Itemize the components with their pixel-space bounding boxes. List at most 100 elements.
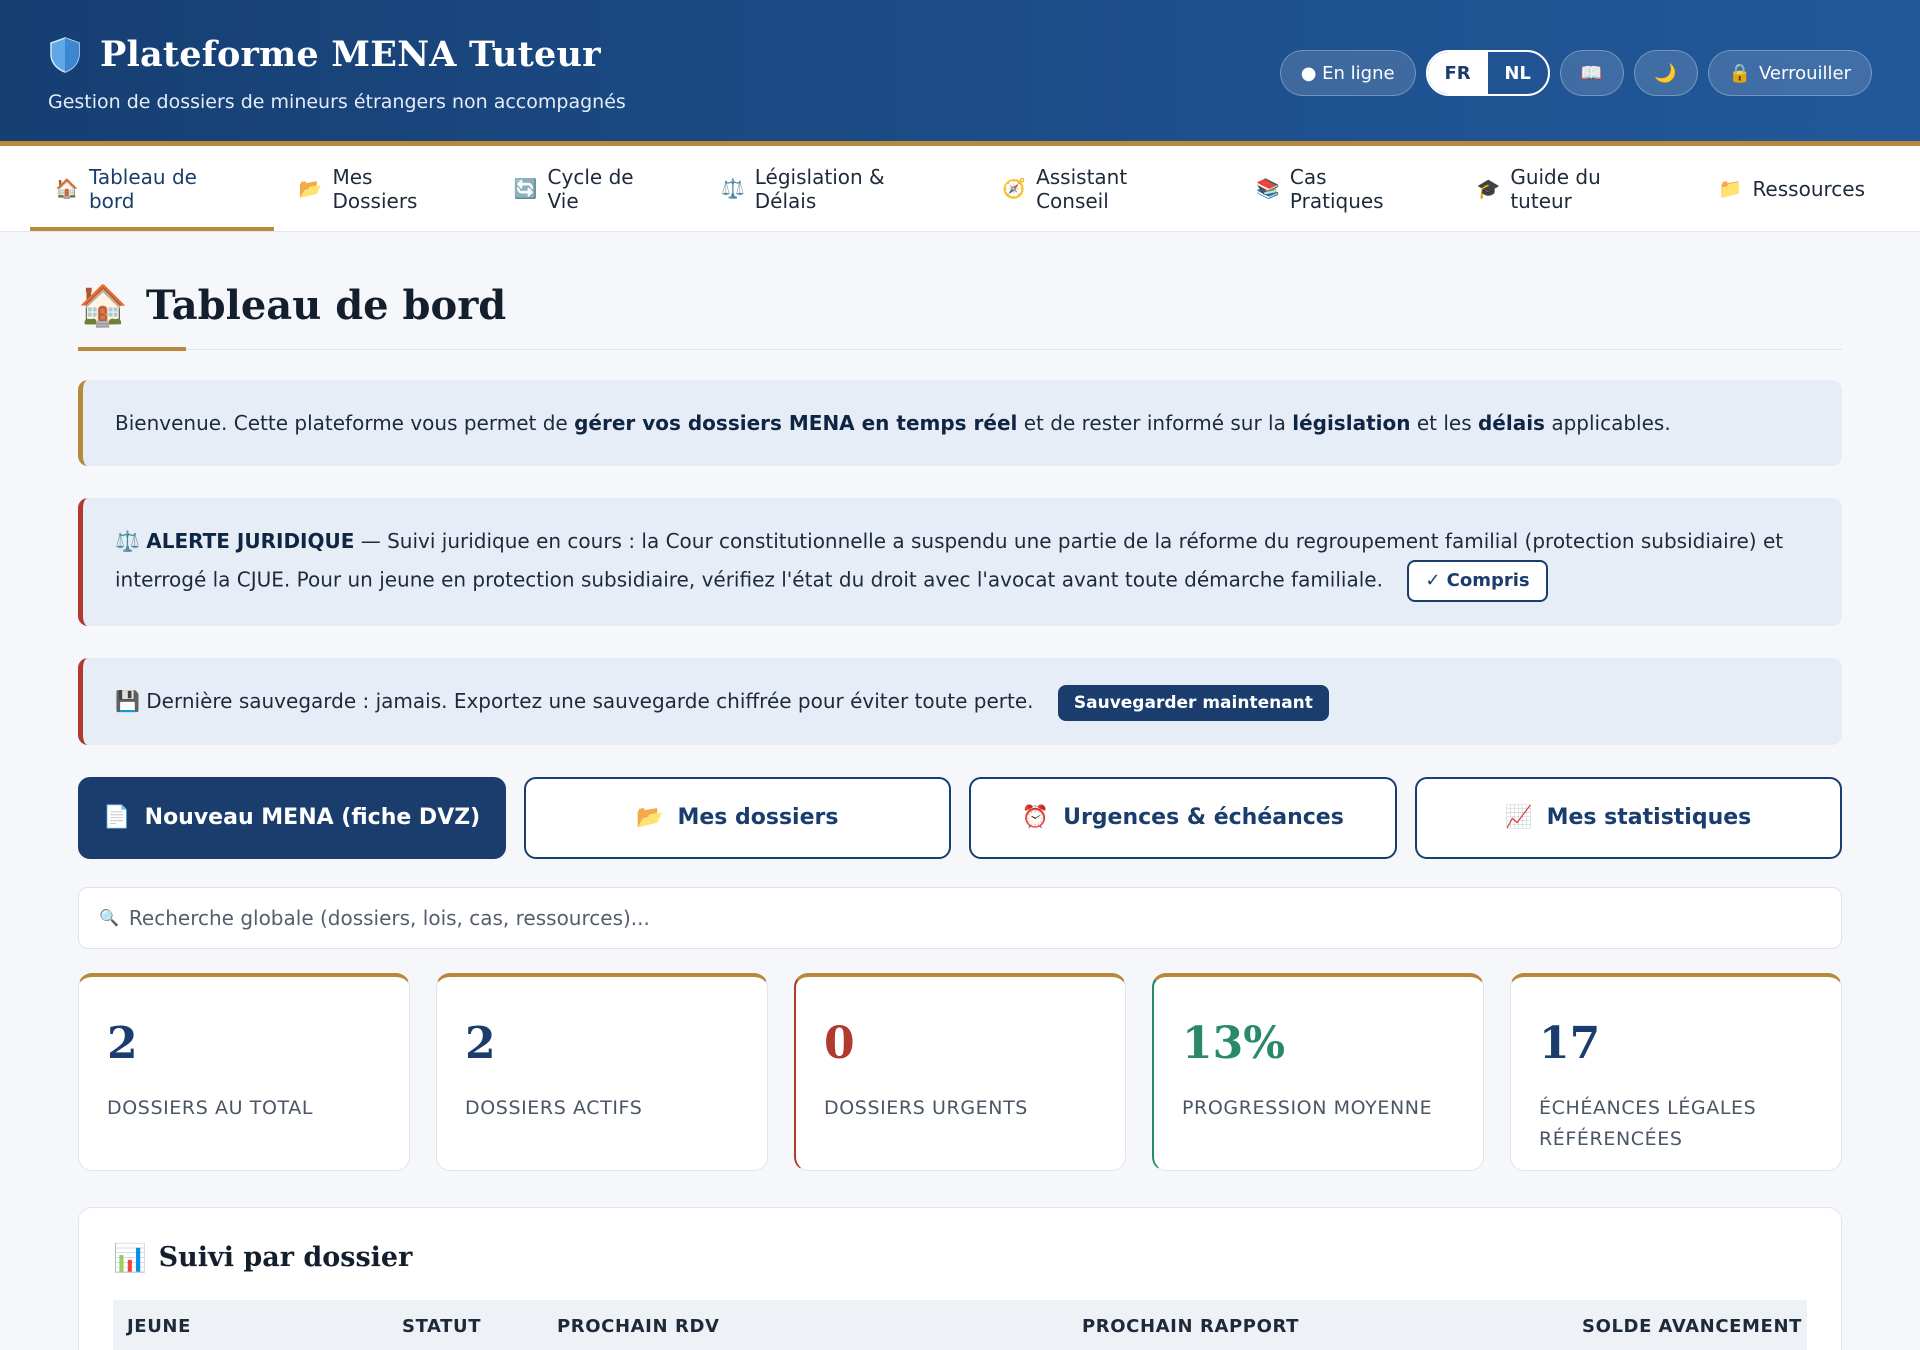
welcome-text: Bienvenue. Cette plateforme vous permet … xyxy=(115,411,575,435)
stat-value: 17 xyxy=(1539,1017,1601,1069)
moon-icon: 🌙 xyxy=(1654,62,1677,84)
stat-label: Dossiers au total xyxy=(107,1096,314,1119)
welcome-text: applicables. xyxy=(1544,411,1671,435)
dark-mode-button[interactable]: 🌙 xyxy=(1633,50,1698,96)
folder-open-icon: 📂 xyxy=(298,178,323,200)
folder-icon: 📁 xyxy=(1718,178,1743,200)
search-icon: 🔍 xyxy=(99,908,119,927)
column-header-next-report[interactable]: Prochain rapport xyxy=(1082,1316,1562,1337)
quick-actions: 📄 Nouveau MENA (fiche DVZ) 📂 Mes dossier… xyxy=(78,776,1842,859)
stat-label: Progression moyenne xyxy=(1182,1096,1433,1119)
tab-my-files[interactable]: 📂 Mes Dossiers xyxy=(274,146,489,231)
welcome-bold: gérer vos dossiers MENA en temps réel xyxy=(574,411,1018,435)
acknowledge-button[interactable]: ✓ Compris xyxy=(1407,560,1548,602)
language-switch: FR NL xyxy=(1425,50,1550,96)
stat-label: Dossiers actifs xyxy=(465,1096,643,1119)
stat-card-total: 2 Dossiers au total xyxy=(78,972,410,1171)
brand: Plateforme MENA Tuteur Gestion de dossie… xyxy=(48,34,626,113)
lock-icon: 🔒 xyxy=(1728,62,1752,84)
stat-label: Dossiers urgents xyxy=(824,1096,1028,1119)
cycle-icon: 🔄 xyxy=(513,178,538,200)
tab-life-cycle[interactable]: 🔄 Cycle de Vie xyxy=(489,146,696,231)
welcome-bold: délais xyxy=(1477,411,1545,435)
tab-resources[interactable]: 📁 Ressources xyxy=(1693,146,1890,231)
scales-icon: ⚖️ xyxy=(115,529,140,553)
main-nav: 🏠 Tableau de bord 📂 Mes Dossiers 🔄 Cycle… xyxy=(0,146,1920,232)
action-label: Urgences & échéances xyxy=(1063,805,1344,830)
action-label: Mes dossiers xyxy=(677,805,839,830)
document-icon: 📄 xyxy=(103,805,131,830)
tab-label: Tableau de bord xyxy=(88,164,197,213)
stat-value: 2 xyxy=(465,1017,496,1069)
action-label: Nouveau MENA (fiche DVZ) xyxy=(144,805,481,830)
stats-row: 2 Dossiers au total 2 Dossiers actifs 0 … xyxy=(78,972,1842,1171)
backup-notice: 💾 Dernière sauvegarde : jamais. Exportez… xyxy=(78,658,1842,745)
column-header-balance[interactable]: Solde xyxy=(1562,1316,1652,1337)
global-search-input[interactable] xyxy=(128,905,1821,930)
save-now-button[interactable]: Sauvegarder maintenant xyxy=(1057,684,1329,721)
guide-button[interactable]: 📖 xyxy=(1559,50,1624,96)
stat-value: 0 xyxy=(824,1017,855,1069)
house-icon: 🏠 xyxy=(55,178,79,200)
main-content: 🏠 Tableau de bord Bienvenue. Cette plate… xyxy=(0,232,1920,1350)
panel-title: Suivi par dossier xyxy=(158,1242,413,1273)
stat-value: 2 xyxy=(107,1017,138,1069)
books-icon: 📚 xyxy=(1256,178,1280,200)
column-header-youth[interactable]: Jeune xyxy=(127,1316,402,1337)
stat-value: 13% xyxy=(1182,1017,1286,1069)
tracking-table-header: Jeune Statut Prochain RDV Prochain rappo… xyxy=(113,1299,1807,1350)
welcome-text: et de rester informé sur la xyxy=(1017,411,1293,435)
app-header: Plateforme MENA Tuteur Gestion de dossie… xyxy=(0,0,1920,146)
alarm-clock-icon: ⏰ xyxy=(1021,805,1050,830)
chart-up-icon: 📈 xyxy=(1505,805,1533,830)
lang-nl-button[interactable]: NL xyxy=(1488,52,1548,94)
stat-card-deadlines: 17 Échéances légales référencées xyxy=(1510,972,1842,1171)
tab-legislation[interactable]: ⚖️ Législation & Délais xyxy=(696,146,977,231)
lock-label: Verrouiller xyxy=(1759,62,1851,84)
tab-label: Guide du tuteur xyxy=(1510,164,1601,213)
shield-icon xyxy=(50,36,80,73)
online-status-label: ● En ligne xyxy=(1300,62,1395,84)
graduation-cap-icon: 🎓 xyxy=(1476,178,1501,200)
house-icon: 🏠 xyxy=(78,282,128,329)
global-search: 🔍 xyxy=(78,886,1842,949)
welcome-bold: législation xyxy=(1292,411,1411,435)
column-header-status[interactable]: Statut xyxy=(402,1316,557,1337)
welcome-text: et les xyxy=(1410,411,1478,435)
header-actions: ● En ligne FR NL 📖 🌙 🔒 Verrouiller xyxy=(1279,50,1872,96)
tab-assistant[interactable]: 🧭 Assistant Conseil xyxy=(977,146,1231,231)
tracking-panel: 📊 Suivi par dossier Jeune Statut Prochai… xyxy=(78,1206,1842,1350)
tab-label: Législation & Délais xyxy=(754,164,885,213)
lang-fr-button[interactable]: FR xyxy=(1427,52,1488,94)
book-icon: 📖 xyxy=(1580,62,1603,84)
compass-icon: 🧭 xyxy=(1002,178,1026,200)
floppy-disk-icon: 💾 xyxy=(115,689,140,713)
bar-chart-icon: 📊 xyxy=(113,1242,147,1274)
page-header: 🏠 Tableau de bord xyxy=(78,232,1842,351)
tab-label: Ressources xyxy=(1752,176,1865,201)
new-mena-button[interactable]: 📄 Nouveau MENA (fiche DVZ) xyxy=(78,776,506,859)
tab-label: Cycle de Vie xyxy=(547,164,634,213)
column-header-progress[interactable]: Avancement xyxy=(1652,1316,1802,1337)
my-files-button[interactable]: 📂 Mes dossiers xyxy=(523,776,951,859)
lock-button[interactable]: 🔒 Verrouiller xyxy=(1707,50,1872,96)
legal-alert: ⚖️ ALERTE JURIDIQUE — Suivi juridique en… xyxy=(78,498,1842,626)
tab-label: Assistant Conseil xyxy=(1036,164,1128,213)
app-title: Plateforme MENA Tuteur xyxy=(100,34,601,75)
tab-label: Mes Dossiers xyxy=(332,164,418,213)
urgencies-button[interactable]: ⏰ Urgences & échéances xyxy=(969,776,1397,859)
stat-card-urgent: 0 Dossiers urgents xyxy=(794,972,1126,1171)
app-subtitle: Gestion de dossiers de mineurs étrangers… xyxy=(48,91,626,113)
backup-text: Dernière sauvegarde : jamais. Exportez u… xyxy=(146,689,1034,713)
folder-open-icon: 📂 xyxy=(636,805,664,830)
tab-case-studies[interactable]: 📚 Cas Pratiques xyxy=(1231,146,1451,231)
action-label: Mes statistiques xyxy=(1546,805,1752,830)
stat-label: Échéances légales référencées xyxy=(1539,1096,1757,1150)
page-title: Tableau de bord xyxy=(145,282,507,329)
alert-title: ALERTE JURIDIQUE xyxy=(146,529,355,553)
my-stats-button[interactable]: 📈 Mes statistiques xyxy=(1414,776,1842,859)
stat-card-progress: 13% Progression moyenne xyxy=(1152,972,1484,1171)
tab-guardian-guide[interactable]: 🎓 Guide du tuteur xyxy=(1451,146,1693,231)
tab-dashboard[interactable]: 🏠 Tableau de bord xyxy=(30,146,274,231)
column-header-next-appointment[interactable]: Prochain RDV xyxy=(557,1316,1082,1337)
